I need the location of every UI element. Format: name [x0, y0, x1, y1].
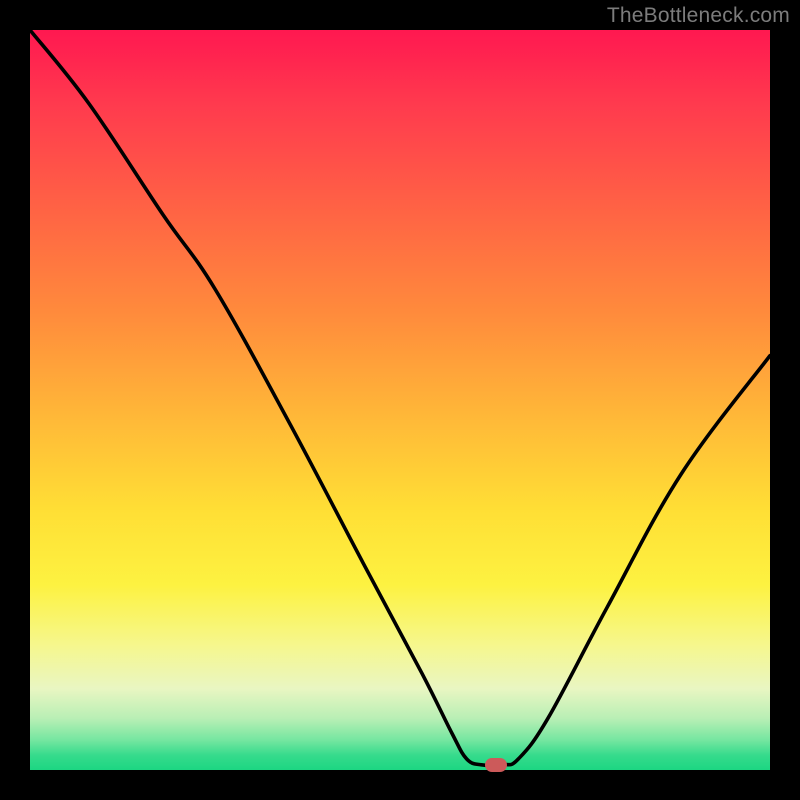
optimal-marker: [485, 758, 507, 772]
watermark-text: TheBottleneck.com: [607, 4, 790, 28]
plot-area: [30, 30, 770, 770]
curve-svg: [30, 30, 770, 770]
curve-line: [30, 30, 770, 766]
bottleneck-chart: TheBottleneck.com: [0, 0, 800, 800]
